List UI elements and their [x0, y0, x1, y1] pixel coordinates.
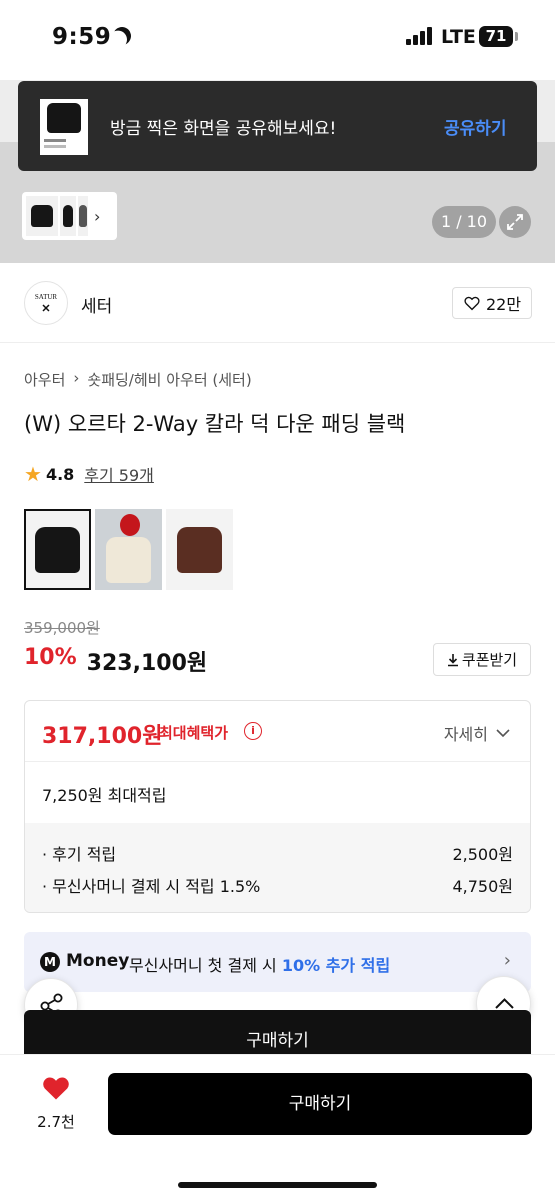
points-label: · 후기 적립 — [42, 845, 117, 864]
rating-row: ★ 4.8 후기 59개 — [24, 462, 154, 486]
discount-rate: 10% — [24, 645, 77, 670]
money-highlight: 10% 추가 적립 — [281, 956, 391, 975]
screenshot-thumbnail — [40, 99, 88, 155]
star-icon: ★ — [24, 462, 42, 486]
bottom-bar: 2.7천 구매하기 — [0, 1054, 555, 1200]
money-brand: Money — [66, 951, 130, 971]
review-link[interactable]: 후기 59개 — [84, 462, 154, 486]
brand-row[interactable]: SATUR ✕ 세터 22만 — [0, 263, 555, 343]
money-logo-icon: M — [40, 952, 60, 972]
detail-label: 자세히 — [443, 725, 488, 744]
color-option-black[interactable] — [24, 509, 91, 590]
color-options — [24, 509, 233, 590]
sale-price: 323,100원 — [86, 651, 208, 676]
brand-logo[interactable]: SATUR ✕ — [24, 281, 68, 325]
color-option-cream[interactable] — [95, 509, 162, 590]
coupon-label: 쿠폰받기 — [461, 651, 518, 669]
price-row: 10% 323,100원 — [24, 645, 207, 677]
expand-icon — [507, 214, 523, 230]
coupon-button[interactable]: 쿠폰받기 — [433, 643, 531, 676]
home-indicator — [178, 1182, 377, 1188]
inline-buy-button[interactable]: 구매하기 — [24, 1010, 531, 1056]
toast-message: 방금 찍은 화면을 공유해보세요! — [110, 119, 337, 139]
image-counter: 1 / 10 — [432, 206, 496, 238]
benefit-card: 317,100원 최대혜택가 i 자세히 7,250원 최대적립 · 후기 적립… — [24, 700, 531, 913]
points-list: · 후기 적립 2,500원 · 무신사머니 결제 시 적립 1.5% 4,75… — [25, 823, 530, 912]
original-price: 359,000원 — [24, 619, 100, 637]
max-benefit-label: 최대혜택가 — [159, 724, 229, 742]
chevron-right-icon[interactable]: › — [94, 207, 100, 226]
rating-value: 4.8 — [45, 464, 75, 484]
breadcrumb-item[interactable]: 숏패딩/헤비 아우터 (세터) — [87, 369, 251, 390]
network-label: LTE — [441, 26, 476, 48]
gallery-thumbnail[interactable] — [78, 196, 88, 236]
download-icon — [447, 653, 458, 666]
points-row: · 무신사머니 결제 시 적립 1.5% 4,750원 — [42, 873, 513, 897]
like-count: 22만 — [485, 295, 522, 314]
points-title: 7,250원 최대적립 — [42, 786, 167, 805]
breadcrumb: 아우터 › 숏패딩/헤비 아우터 (세터) — [24, 369, 252, 390]
share-toast: 방금 찍은 화면을 공유해보세요! 공유하기 — [18, 81, 537, 171]
money-banner[interactable]: M Money 무신사머니 첫 결제 시 10% 추가 적립 › — [24, 932, 531, 992]
brand-like-button[interactable]: 22만 — [452, 287, 532, 319]
gallery-thumbnail-strip[interactable]: › — [22, 192, 117, 240]
expand-button[interactable] — [499, 206, 531, 238]
heart-filled-icon — [43, 1077, 69, 1100]
battery-icon: 71 — [479, 26, 513, 47]
color-option-brown[interactable] — [166, 509, 233, 590]
points-label: · 무신사머니 결제 시 적립 1.5% — [42, 877, 261, 896]
heart-outline-icon — [464, 296, 480, 311]
status-time: 9:59 — [52, 24, 112, 50]
detail-toggle[interactable]: 자세히 — [444, 721, 510, 745]
buy-button[interactable]: 구매하기 — [108, 1073, 532, 1135]
share-button[interactable]: 공유하기 — [444, 114, 507, 139]
points-row: · 후기 적립 2,500원 — [42, 841, 513, 865]
brand-name[interactable]: 세터 — [81, 292, 112, 317]
wishlist-count: 2.7천 — [37, 1113, 75, 1131]
status-bar: 9:59 LTE 71 — [0, 0, 555, 80]
points-value: 4,750원 — [452, 877, 513, 896]
gallery-thumbnail[interactable] — [26, 196, 58, 236]
money-text: 무신사머니 첫 결제 시 10% 추가 적립 — [129, 956, 391, 975]
benefit-header[interactable]: 317,100원 최대혜택가 i 자세히 — [25, 701, 530, 762]
chevron-right-icon: › — [73, 369, 80, 387]
chevron-right-icon: › — [503, 950, 511, 971]
wishlist-button[interactable]: 2.7천 — [28, 1073, 84, 1132]
product-title: (W) 오르타 2-Way 칼라 덕 다운 패딩 블랙 — [24, 412, 406, 436]
moon-icon — [110, 24, 133, 47]
max-benefit-price: 317,100원 — [42, 724, 163, 749]
points-value: 2,500원 — [452, 845, 513, 864]
breadcrumb-item[interactable]: 아우터 — [24, 369, 65, 390]
info-icon[interactable]: i — [244, 722, 262, 740]
chevron-down-icon — [496, 729, 510, 738]
gallery-thumbnail[interactable] — [60, 196, 76, 236]
signal-icon — [406, 27, 434, 45]
